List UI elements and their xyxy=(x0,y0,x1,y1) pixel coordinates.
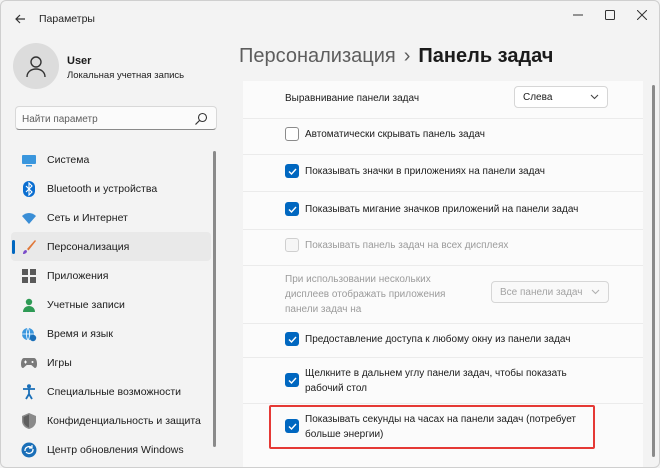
sidebar-item-label: Система xyxy=(47,153,90,166)
checkmark-icon xyxy=(288,423,297,430)
chevron-down-icon xyxy=(591,289,600,295)
sidebar-item-gaming[interactable]: Игры xyxy=(11,348,211,377)
badges-label: Показывать значки в приложениях на панел… xyxy=(305,166,545,177)
sidebar-item-privacy[interactable]: Конфиденциальность и защита xyxy=(11,406,211,435)
back-button[interactable] xyxy=(9,9,31,29)
far-corner-label-line1: Щелкните в дальнем углу панели задач, чт… xyxy=(305,368,567,379)
checkmark-icon xyxy=(288,206,297,213)
apps-icon xyxy=(21,268,37,284)
settings-window: Параметры User Локальная учетная запись xyxy=(0,0,660,468)
avatar xyxy=(13,43,59,89)
bluetooth-icon xyxy=(21,180,37,197)
checkmark-icon xyxy=(288,168,297,175)
sidebar-item-label: Игры xyxy=(47,356,72,369)
wifi-icon xyxy=(21,210,37,226)
title-bar: Параметры xyxy=(1,1,659,37)
search-icon xyxy=(195,112,208,125)
multi-display-label-line3: панели задач на xyxy=(285,304,362,315)
alignment-dropdown[interactable]: Слева xyxy=(514,86,608,108)
row-divider xyxy=(243,265,643,266)
search-input[interactable] xyxy=(22,112,192,126)
row-divider xyxy=(243,118,643,119)
flashing-label: Показывать мигание значков приложений на… xyxy=(305,204,579,215)
checkmark-icon xyxy=(288,336,297,343)
sidebar-item-label: Персонализация xyxy=(47,240,130,253)
sidebar-item-label: Сеть и Интернет xyxy=(47,211,128,224)
gamepad-icon xyxy=(21,355,37,371)
close-icon xyxy=(637,10,647,20)
person-icon xyxy=(21,297,37,313)
sidebar-item-label: Центр обновления Windows xyxy=(47,443,184,456)
breadcrumb-separator: › xyxy=(403,45,411,67)
sidebar-item-label: Время и язык xyxy=(47,327,113,340)
sidebar-item-label: Учетные записи xyxy=(47,298,125,311)
sidebar-scrollbar[interactable] xyxy=(213,151,216,447)
alignment-value: Слева xyxy=(523,91,553,103)
breadcrumb: Персонализация › Панель задач xyxy=(239,45,553,68)
sidebar-item-accessibility[interactable]: Специальные возможности xyxy=(11,377,211,406)
sidebar-item-label: Конфиденциальность и защита xyxy=(47,414,201,427)
sidebar-item-accounts[interactable]: Учетные записи xyxy=(11,290,211,319)
seconds-checkbox[interactable] xyxy=(285,419,299,433)
sidebar-item-label: Специальные возможности xyxy=(47,385,182,398)
far-corner-checkbox[interactable] xyxy=(285,373,299,387)
account-type: Локальная учетная запись xyxy=(67,70,185,81)
maximize-icon xyxy=(605,10,615,20)
page-title: Панель задач xyxy=(418,45,554,67)
seconds-label-line2: больше энергии) xyxy=(305,429,384,440)
main-scrollbar[interactable] xyxy=(652,85,655,457)
sidebar-item-label: Bluetooth и устройства xyxy=(47,182,158,195)
share-window-label: Предоставление доступа к любому окну из … xyxy=(305,334,571,345)
autohide-label: Автоматически скрывать панель задач xyxy=(305,129,486,140)
sidebar-nav: Система Bluetooth и устройства Сеть и Ин… xyxy=(11,145,211,464)
sidebar-item-apps[interactable]: Приложения xyxy=(11,261,211,290)
taskbar-behaviors-panel: Выравнивание панели задач Слева Автомати… xyxy=(243,81,643,467)
app-title: Параметры xyxy=(39,13,95,25)
user-profile[interactable]: User Локальная учетная запись xyxy=(13,43,213,93)
minimize-icon xyxy=(573,14,583,16)
row-divider xyxy=(243,154,643,155)
multi-display-label-line2: дисплеев отображать приложения xyxy=(285,289,446,300)
badges-checkbox[interactable] xyxy=(285,164,299,178)
row-divider xyxy=(243,323,643,324)
shield-icon xyxy=(21,412,37,429)
sidebar-item-bluetooth[interactable]: Bluetooth и устройства xyxy=(11,174,211,203)
seconds-label-line1: Показывать секунды на часах на панели за… xyxy=(305,414,577,425)
update-icon xyxy=(21,442,37,458)
multi-display-label-line1: При использовании нескольких xyxy=(285,274,431,285)
checkmark-icon xyxy=(288,377,297,384)
user-name: User xyxy=(67,55,92,67)
arrow-left-icon xyxy=(15,14,25,24)
sidebar-item-network[interactable]: Сеть и Интернет xyxy=(11,203,211,232)
sidebar-item-time-language[interactable]: Время и язык xyxy=(11,319,211,348)
all-displays-checkbox[interactable] xyxy=(285,238,299,252)
row-divider xyxy=(243,191,643,192)
sidebar-item-personalization[interactable]: Персонализация xyxy=(11,232,211,261)
close-button[interactable] xyxy=(625,5,659,25)
sidebar-item-windows-update[interactable]: Центр обновления Windows xyxy=(11,435,211,464)
all-displays-label: Показывать панель задач на всех дисплеях xyxy=(305,240,509,251)
breadcrumb-parent[interactable]: Персонализация xyxy=(239,45,396,67)
multi-display-value: Все панели задач xyxy=(500,286,583,298)
row-divider xyxy=(243,403,643,404)
share-window-checkbox[interactable] xyxy=(285,332,299,346)
globe-clock-icon xyxy=(21,326,37,342)
chevron-down-icon xyxy=(590,94,599,100)
maximize-button[interactable] xyxy=(593,5,627,25)
monitor-icon xyxy=(21,152,37,168)
minimize-button[interactable] xyxy=(561,5,595,25)
person-avatar-icon xyxy=(26,56,46,78)
multi-display-dropdown[interactable]: Все панели задач xyxy=(491,281,609,303)
far-corner-label-line2: рабочий стол xyxy=(305,383,367,394)
sidebar-item-system[interactable]: Система xyxy=(11,145,211,174)
row-divider xyxy=(243,357,643,358)
flashing-checkbox[interactable] xyxy=(285,202,299,216)
autohide-checkbox[interactable] xyxy=(285,127,299,141)
alignment-label: Выравнивание панели задач xyxy=(285,93,420,104)
sidebar-item-label: Приложения xyxy=(47,269,109,282)
row-divider xyxy=(243,229,643,230)
accessibility-icon xyxy=(21,383,37,400)
brush-icon xyxy=(21,239,37,255)
search-box[interactable] xyxy=(15,106,217,130)
